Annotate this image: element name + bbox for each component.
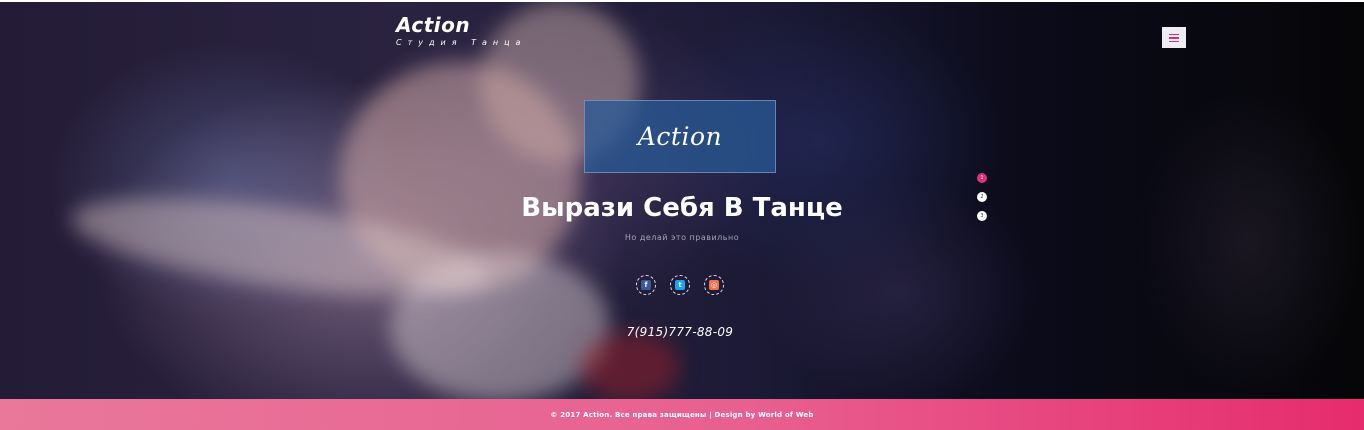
twitter-link[interactable]: t [670, 275, 690, 295]
logo-subtitle: Студия Танца [396, 38, 527, 47]
hero-badge: Action [584, 100, 776, 173]
facebook-icon: f [641, 280, 651, 290]
hero-tagline: Но делай это правильно [624, 233, 740, 242]
instagram-link[interactable]: ◎ [704, 275, 724, 295]
logo-title: Action [396, 13, 471, 37]
hero-section: Action Студия Танца Action Вырази Себя В… [0, 2, 1364, 399]
facebook-link[interactable]: f [636, 275, 656, 295]
slider-pagination: 1 2 3 [977, 173, 987, 221]
red-fabric-shape [580, 332, 680, 399]
social-links: f t ◎ [636, 275, 724, 295]
phone-number[interactable]: 7(915)777-88-09 [580, 325, 780, 339]
slide-dot-2[interactable]: 2 [977, 192, 987, 202]
dancer-lower-shape [390, 252, 610, 399]
site-footer: © 2017 Action. Все права защищены | Desi… [0, 399, 1364, 430]
menu-button[interactable] [1162, 27, 1186, 48]
slide-dot-3[interactable]: 3 [977, 211, 987, 221]
twitter-icon: t [675, 280, 685, 290]
site-logo[interactable]: Action Студия Танца [396, 12, 526, 47]
hero-headline: Вырази Себя В Танце [521, 193, 843, 223]
badge-text: Action [637, 122, 723, 151]
instagram-icon: ◎ [709, 280, 719, 290]
slide-dot-1[interactable]: 1 [977, 173, 987, 183]
hamburger-icon [1169, 33, 1179, 42]
footer-copyright: © 2017 Action. Все права защищены | Desi… [550, 410, 814, 419]
